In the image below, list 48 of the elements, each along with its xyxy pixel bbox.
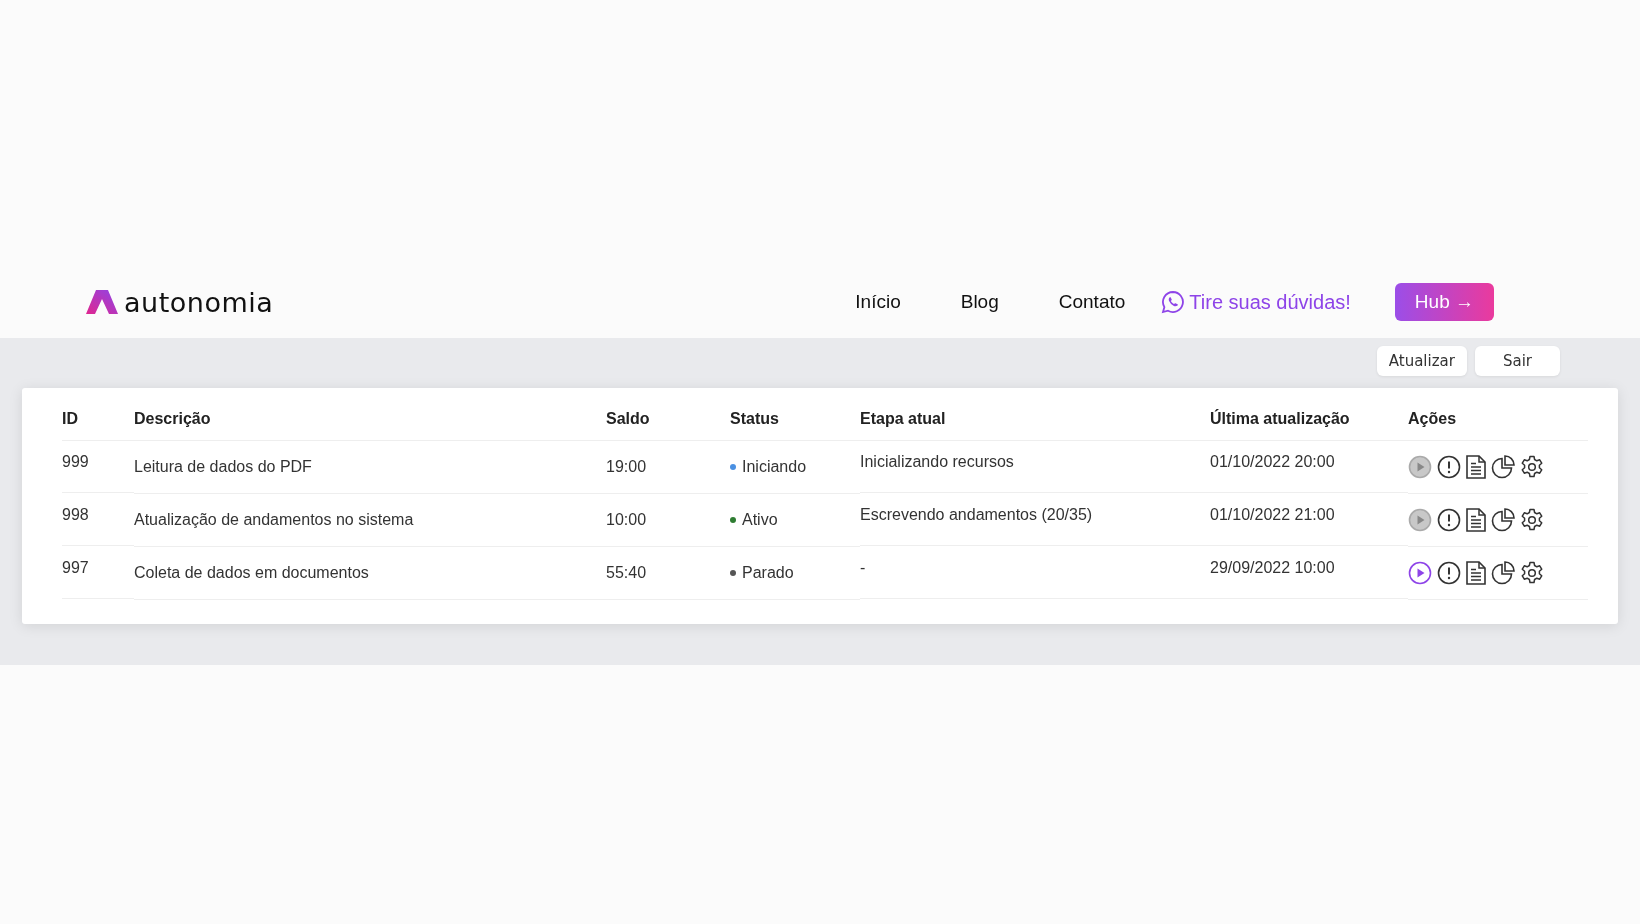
column-header: Etapa atual: [860, 400, 1210, 441]
status-text: Ativo: [742, 511, 778, 529]
toolbar-button[interactable]: Atualizar: [1376, 346, 1467, 376]
whatsapp-icon: [1161, 290, 1186, 314]
table-cell: 998: [62, 494, 134, 546]
table-cell: -: [860, 547, 1210, 599]
whatsapp-link[interactable]: Tire suas dúvidas!: [1161, 290, 1351, 314]
column-header: ID: [62, 400, 134, 441]
settings-icon[interactable]: [1520, 508, 1544, 532]
alert-icon[interactable]: [1437, 455, 1461, 479]
table-cell: 999: [62, 441, 134, 493]
settings-icon[interactable]: [1520, 561, 1544, 585]
table-cell: 10:00: [606, 494, 730, 547]
pie-chart-icon[interactable]: [1491, 561, 1515, 585]
column-header: Ações: [1408, 400, 1588, 441]
table-cell: 29/09/2022 10:00: [1210, 547, 1408, 599]
alert-icon[interactable]: [1437, 508, 1461, 532]
nav-link[interactable]: Blog: [960, 291, 999, 313]
status-text: Parado: [742, 564, 794, 582]
logo-text: autonomia: [124, 286, 274, 318]
column-header: Última atualização: [1210, 400, 1408, 441]
table-cell: Atualização de andamentos no sistema: [134, 494, 606, 547]
table-cell: Leitura de dados do PDF: [134, 441, 606, 494]
table-cell: Inicializando recursos: [860, 441, 1210, 493]
table-cell: Escrevendo andamentos (20/35): [860, 494, 1210, 546]
toolbar-button[interactable]: Sair: [1474, 346, 1560, 376]
column-header: Saldo: [606, 400, 730, 441]
alert-icon[interactable]: [1437, 561, 1461, 585]
play-icon[interactable]: [1408, 561, 1432, 585]
table-cell: Coleta de dados em documentos: [134, 547, 606, 600]
column-header: Descrição: [134, 400, 606, 441]
document-icon[interactable]: [1466, 508, 1486, 532]
document-icon[interactable]: [1466, 561, 1486, 585]
settings-icon[interactable]: [1520, 455, 1544, 479]
table-cell: 19:00: [606, 441, 730, 494]
table-cell: 01/10/2022 20:00: [1210, 441, 1408, 493]
column-header: Status: [730, 400, 860, 441]
pie-chart-icon[interactable]: [1491, 508, 1515, 532]
table-cell: 997: [62, 547, 134, 599]
status-text: Iniciando: [742, 458, 807, 476]
hub-button[interactable]: Hub →: [1394, 283, 1494, 321]
logo-icon: [86, 290, 118, 314]
pie-chart-icon[interactable]: [1491, 455, 1515, 479]
nav-link[interactable]: Início: [855, 291, 901, 313]
table-cell: 55:40: [606, 547, 730, 600]
table-cell: 01/10/2022 21:00: [1210, 494, 1408, 546]
nav-link[interactable]: Contato: [1058, 291, 1126, 313]
document-icon[interactable]: [1466, 455, 1486, 479]
